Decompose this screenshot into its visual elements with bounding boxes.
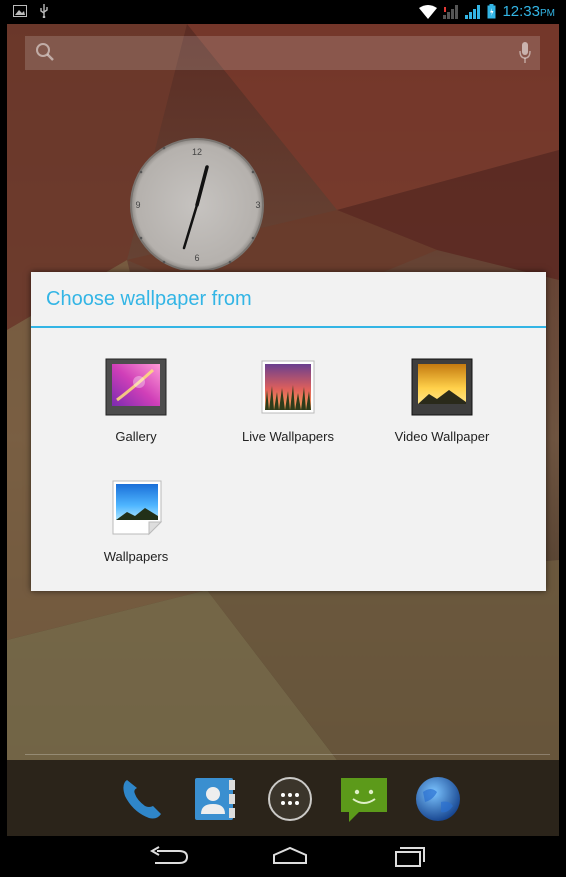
google-search-bar[interactable]: [25, 36, 540, 70]
picture-icon: [13, 5, 27, 17]
option-live-wallpapers[interactable]: Live Wallpapers: [213, 358, 363, 444]
contacts-icon[interactable]: [189, 772, 243, 826]
browser-icon[interactable]: [411, 772, 465, 826]
option-gallery-label: Gallery: [115, 429, 157, 444]
option-gallery[interactable]: Gallery: [61, 358, 211, 444]
usb-icon: [40, 4, 48, 18]
dialog-title: Choose wallpaper from: [46, 288, 252, 310]
choose-wallpaper-dialog: Choose wallpaper from Gallery Live Wallp…: [31, 272, 546, 591]
analog-clock-widget[interactable]: 12 3 6 9: [122, 135, 272, 270]
home-screen: 12:33PM 12 3 6 9 Choose wallpaper from G…: [7, 0, 559, 877]
live-wallpapers-icon: [261, 360, 315, 414]
option-video-wallpaper[interactable]: Video Wallpaper: [367, 358, 517, 444]
dock: [7, 764, 559, 836]
recents-icon[interactable]: [379, 842, 439, 872]
clock-numeral-9: 9: [135, 200, 140, 210]
status-bar: 12:33PM: [7, 0, 559, 24]
search-icon[interactable]: [35, 42, 55, 62]
clock-numeral-6: 6: [194, 253, 199, 263]
battery-icon: [487, 4, 496, 19]
navigation-bar: [7, 836, 559, 877]
dialog-title-divider: [31, 326, 546, 328]
video-wallpaper-icon: [411, 358, 473, 416]
gallery-icon: [105, 358, 167, 416]
messaging-icon[interactable]: [337, 772, 391, 826]
dock-divider: [25, 754, 550, 755]
option-wallpapers[interactable]: Wallpapers: [61, 478, 211, 564]
home-icon[interactable]: [260, 842, 320, 872]
status-clock: 12:33PM: [502, 3, 555, 20]
clock-numeral-3: 3: [255, 200, 260, 210]
option-video-wallpaper-label: Video Wallpaper: [394, 429, 490, 444]
wifi-icon: [419, 4, 438, 19]
signal-icon: [465, 4, 481, 19]
clock-numeral-12: 12: [192, 147, 202, 157]
wallpapers-icon: [112, 480, 163, 536]
signal-weak-icon: [443, 4, 459, 19]
option-wallpapers-label: Wallpapers: [103, 549, 169, 564]
option-live-wallpapers-label: Live Wallpapers: [241, 429, 334, 444]
phone-icon[interactable]: [115, 772, 169, 826]
all-apps-icon[interactable]: [263, 772, 317, 826]
mic-icon[interactable]: [519, 42, 531, 64]
back-icon[interactable]: [137, 842, 197, 872]
